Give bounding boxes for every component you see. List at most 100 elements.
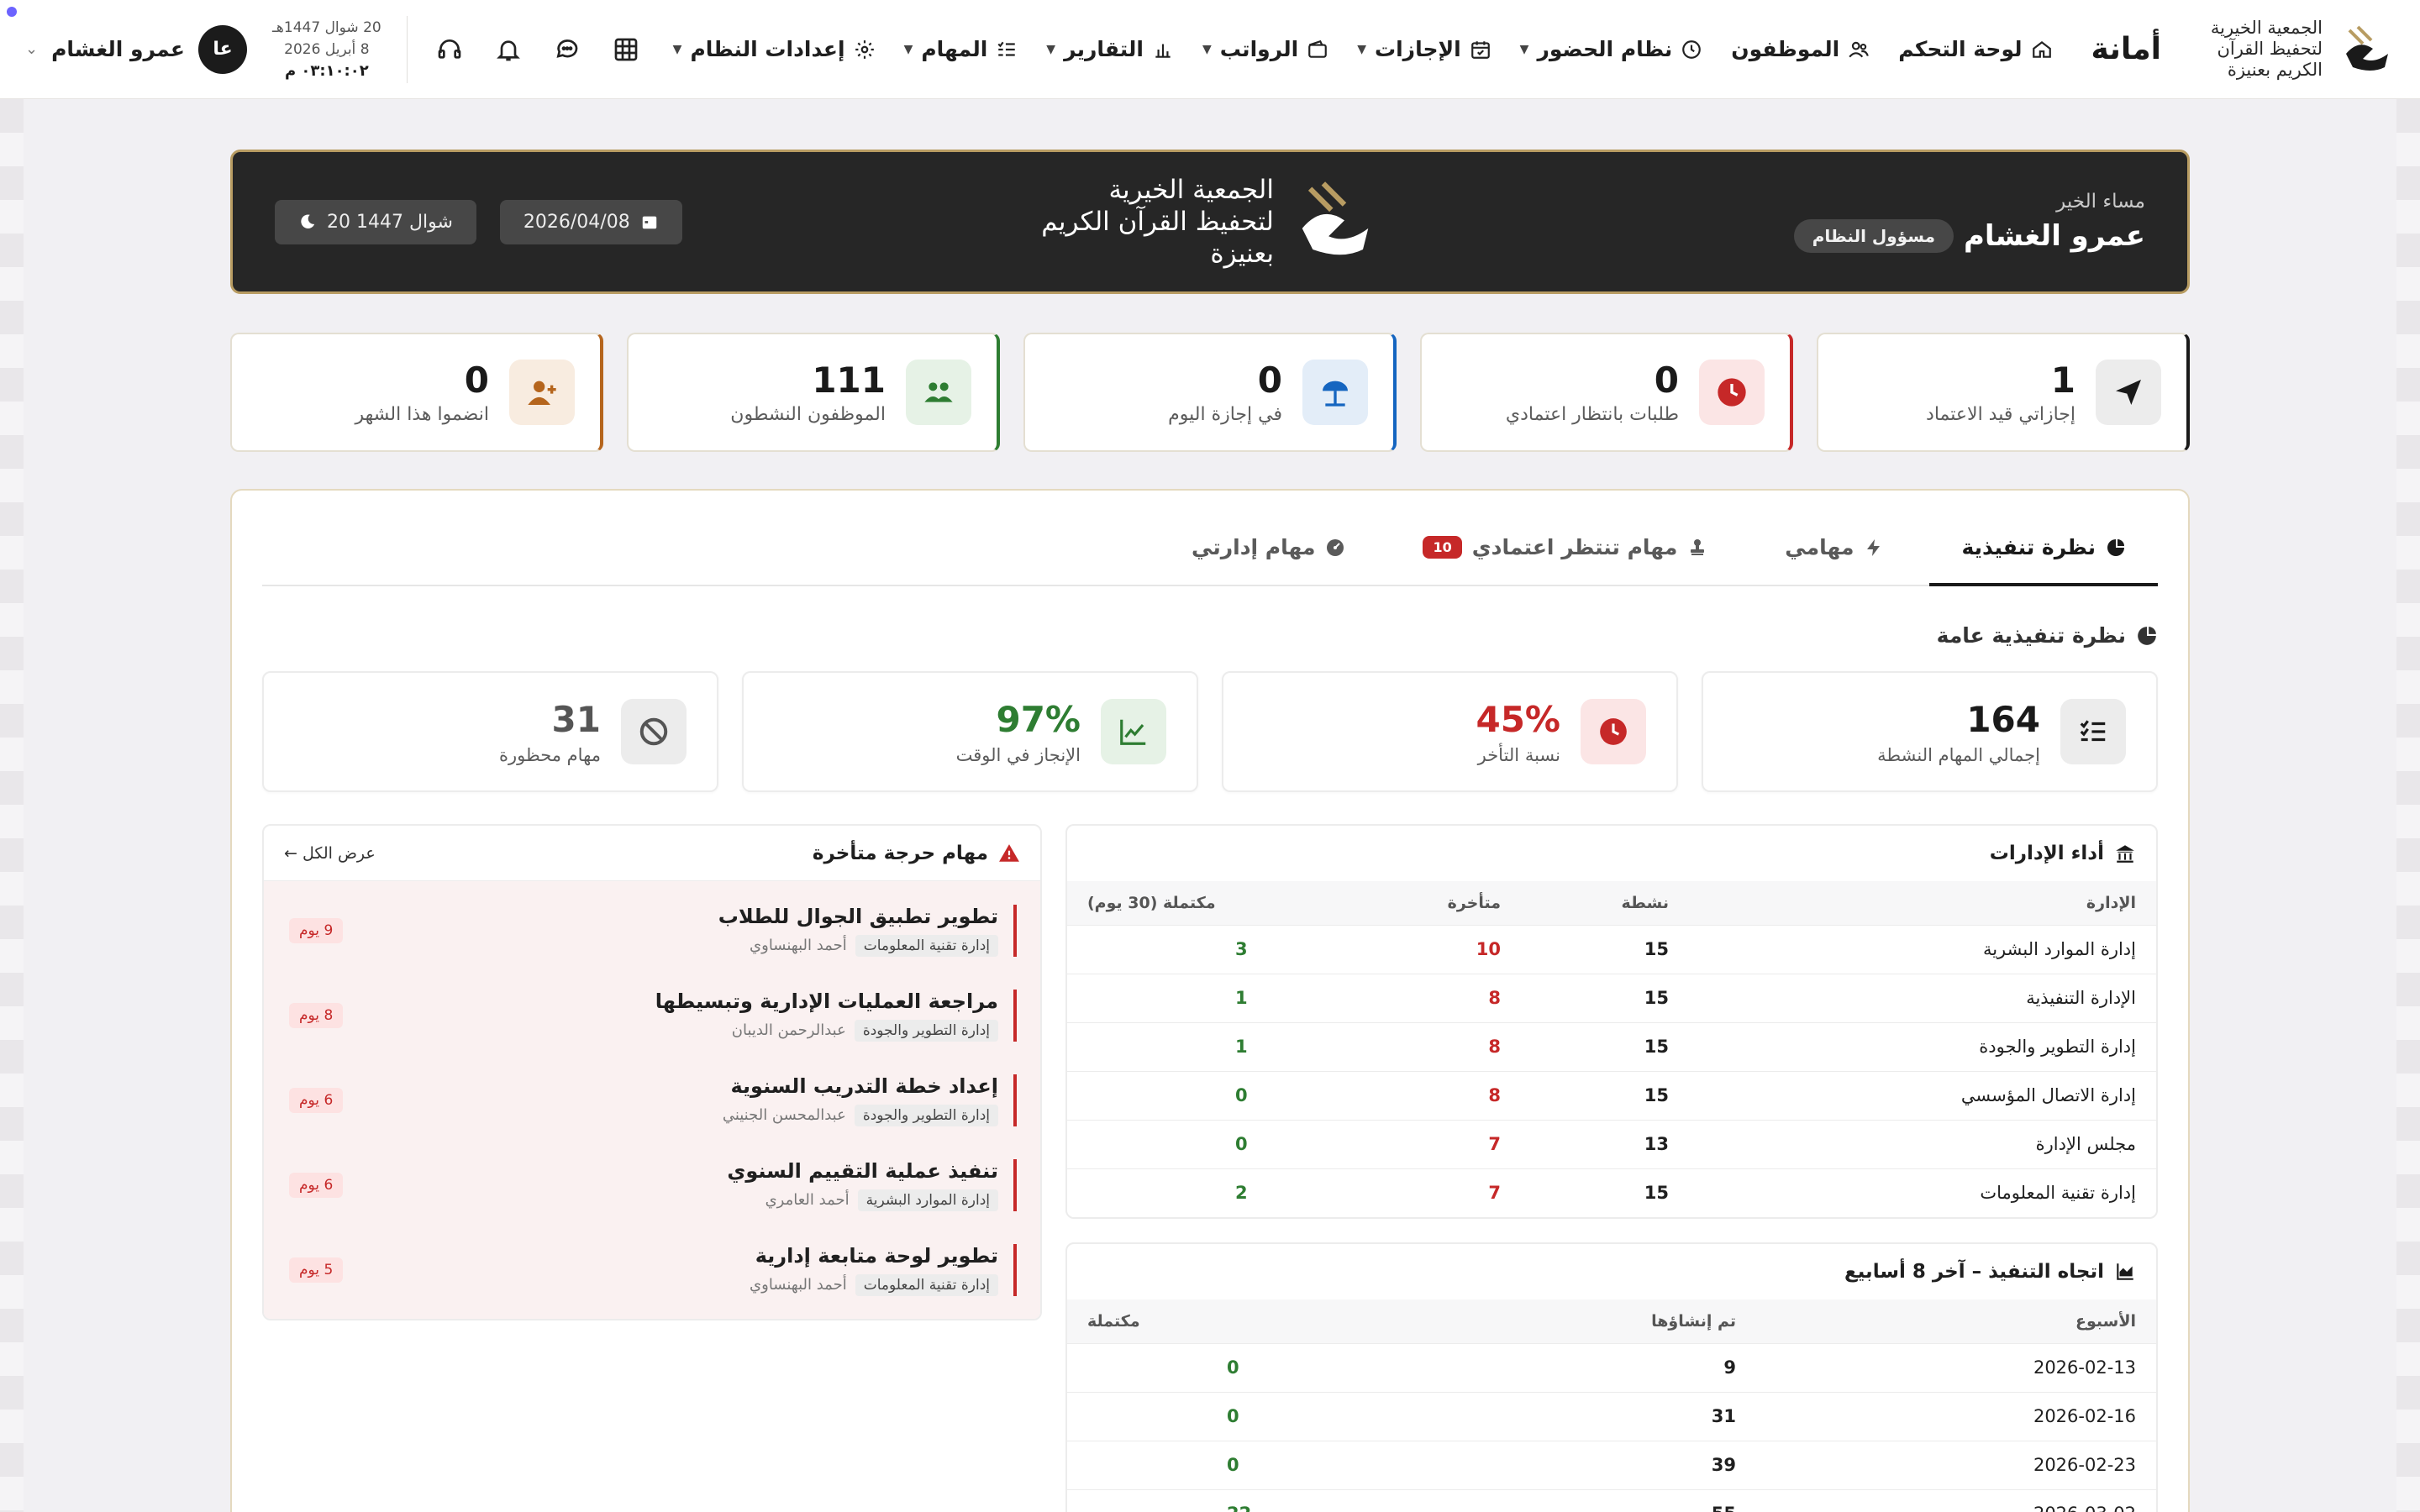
bar-chart-icon: [1155, 44, 1171, 58]
list-item[interactable]: تطوير لوحة متابعة إدارية إدارة تقنية المع…: [264, 1227, 1040, 1312]
chevron-down-icon: ▼: [1046, 42, 1056, 56]
done-count-cell: 0: [1067, 1070, 1353, 1120]
kpi-delay-rate: 45% نسبة التأخر: [1222, 671, 1678, 792]
stamp-icon: [1691, 538, 1705, 555]
card-header: مهام حرجة متأخرة عرض الكل ←: [264, 826, 1040, 881]
kpi-value: 45%: [1476, 698, 1560, 740]
kpi-label: الإنجاز في الوقت: [955, 744, 1081, 765]
nav-attendance-label: نظام الحضور: [1537, 37, 1673, 61]
table-row: إدارة الموارد البشرية 15 10 3: [1067, 924, 2156, 974]
card-header: أداء الإدارات: [1067, 826, 2156, 881]
messages-button[interactable]: [550, 33, 584, 66]
nav-attendance[interactable]: نظام الحضور ▼: [1520, 37, 1703, 61]
stat-card-active-employees[interactable]: 111 الموظفون النشطون: [627, 333, 1000, 452]
chevron-down-icon: ▼: [903, 42, 913, 56]
tab-executive-overview[interactable]: نظرة تنفيذية: [1929, 535, 2158, 586]
apps-grid-button[interactable]: [609, 33, 643, 66]
critical-task-info: تطوير تطبيق الجوال للطلاب إدارة تقنية الم…: [718, 904, 1017, 957]
department-name-cell: مجلس الإدارة: [1689, 1119, 2156, 1168]
nav-reports[interactable]: التقارير ▼: [1046, 37, 1174, 61]
support-button[interactable]: [433, 33, 466, 66]
nav-payroll[interactable]: الرواتب ▼: [1202, 37, 1328, 61]
table-row: إدارة تقنية المعلومات 15 7 2: [1067, 1168, 2156, 1217]
gregorian-date: 8 أبريل 2026: [284, 40, 370, 58]
stat-value: 0: [1257, 360, 1282, 401]
created-count-cell: 39: [1370, 1440, 1756, 1489]
tab-pending-approval[interactable]: مهام تنتظر اعتمادي 10: [1391, 535, 1739, 585]
column-header: مكتملة: [1067, 1299, 1370, 1343]
notifications-button[interactable]: [492, 33, 525, 66]
overdue-days-badge: 8 يوم: [289, 1002, 344, 1028]
nav-employees[interactable]: الموظفون: [1731, 37, 1870, 61]
view-all-link[interactable]: عرض الكل ←: [284, 844, 376, 863]
late-count-cell: 8: [1353, 1070, 1521, 1120]
welcome-banner: مساء الخير عمرو الغشام مسؤول النظام الجم…: [230, 150, 2190, 294]
department-chip: إدارة تقنية المعلومات: [855, 1273, 998, 1296]
lower-section: أداء الإدارات الإدارة نشطة متأخرة مكتملة…: [262, 824, 2158, 1512]
chevron-down-icon: ▼: [1357, 42, 1366, 56]
stat-icon-wrap: [1699, 360, 1765, 425]
department-name-cell: إدارة تقنية المعلومات: [1689, 1168, 2156, 1217]
moon-icon: [301, 214, 315, 228]
critical-task-info: تنفيذ عملية التقييم السنوي إدارة الموارد …: [727, 1158, 1017, 1211]
table-row: 2026-03-025522: [1067, 1488, 2156, 1512]
critical-list: تطوير تطبيق الجوال للطلاب إدارة تقنية الم…: [264, 881, 1040, 1319]
view-all-label: عرض الكل: [302, 843, 376, 863]
pie-chart-icon: [2107, 538, 2124, 556]
table-row: إدارة الاتصال المؤسسي 15 8 0: [1067, 1070, 2156, 1120]
headset-icon: [438, 39, 461, 59]
stat-card-on-leave[interactable]: 0 في إجازة اليوم: [1023, 333, 1397, 452]
list-item[interactable]: تطوير تطبيق الجوال للطلاب إدارة تقنية الم…: [264, 888, 1040, 973]
app-name: أمانة: [2091, 32, 2162, 66]
tab-department-tasks[interactable]: مهام إدارتي: [1160, 535, 1377, 585]
stat-label: الموظفون النشطون: [730, 404, 886, 425]
nav-settings[interactable]: إعدادات النظام ▼: [673, 37, 876, 61]
list-item[interactable]: تنفيذ عملية التقييم السنوي إدارة الموارد …: [264, 1142, 1040, 1227]
nav-tasks[interactable]: المهام ▼: [904, 37, 1018, 61]
divider: [406, 15, 408, 83]
area-chart-icon: [2117, 1263, 2133, 1280]
card-title: مهام حرجة متأخرة: [812, 842, 988, 864]
clock-icon: [1600, 718, 1627, 745]
kpi-label: إجمالي المهام النشطة: [1877, 744, 2040, 765]
kpi-icon-wrap: [621, 699, 687, 764]
org-logo-icon: [2346, 25, 2388, 71]
nav-dashboard[interactable]: لوحة التحكم: [1898, 37, 2052, 61]
users-icon: [1849, 41, 1870, 57]
list-item[interactable]: إعداد خطة التدريب السنوية إدارة التطوير و…: [264, 1058, 1040, 1142]
stat-card-joined-this-month[interactable]: 0 انضموا هذا الشهر: [230, 333, 603, 452]
nav-settings-label: إعدادات النظام: [690, 37, 845, 61]
kpi-on-time: 97% الإنجاز في الوقت: [742, 671, 1198, 792]
stat-icon-wrap: [509, 360, 575, 425]
list-item[interactable]: مراجعة العمليات الإدارية وتبسيطها إدارة ا…: [264, 973, 1040, 1058]
table-row: الإدارة التنفيذية 15 8 1: [1067, 973, 2156, 1022]
stat-icon-wrap: [906, 360, 971, 425]
clock-icon: [1718, 378, 1746, 407]
department-chip: إدارة تقنية المعلومات: [855, 934, 998, 957]
department-name-cell: إدارة التطوير والجودة: [1689, 1021, 2156, 1071]
tab-label: مهام إدارتي: [1192, 535, 1316, 559]
tab-my-tasks[interactable]: مهامي: [1753, 535, 1916, 585]
active-count-cell: 15: [1521, 1021, 1689, 1071]
done-count-cell: 22: [1067, 1488, 1370, 1512]
gregorian-date-chip: 2026/04/08: [499, 199, 682, 244]
home-icon: [2032, 40, 2051, 58]
stat-card-pending-approvals[interactable]: 0 طلبات بانتظار اعتمادي: [1420, 333, 1793, 452]
role-badge: مسؤول النظام: [1793, 219, 1954, 253]
kpi-icon-wrap: [2060, 699, 2126, 764]
nav-leaves[interactable]: الإجازات ▼: [1357, 37, 1491, 61]
stat-value: 111: [812, 360, 886, 401]
brand[interactable]: الجمعية الخيرية لتحفيظ القرآن الكريم بعن…: [2091, 18, 2397, 81]
done-count-cell: 0: [1067, 1119, 1353, 1168]
card-header: اتجاه التنفيذ – آخر 8 أسابيع: [1067, 1244, 2156, 1299]
task-owner: أحمد العامري: [765, 1191, 850, 1209]
avatar: عا: [197, 24, 247, 74]
created-count-cell: 55: [1370, 1488, 1756, 1512]
bolt-icon: [1867, 538, 1881, 556]
critical-task-info: تطوير لوحة متابعة إدارية إدارة تقنية المع…: [750, 1243, 1017, 1296]
stat-card-my-leaves[interactable]: 1 إجازاتي قيد الاعتماد: [1817, 333, 2190, 452]
department-name-cell: إدارة الاتصال المؤسسي: [1689, 1070, 2156, 1120]
tables-column: أداء الإدارات الإدارة نشطة متأخرة مكتملة…: [1065, 824, 2158, 1512]
user-menu[interactable]: عا عمرو الغشام ⌄: [25, 24, 247, 74]
stat-value: 0: [464, 360, 489, 401]
